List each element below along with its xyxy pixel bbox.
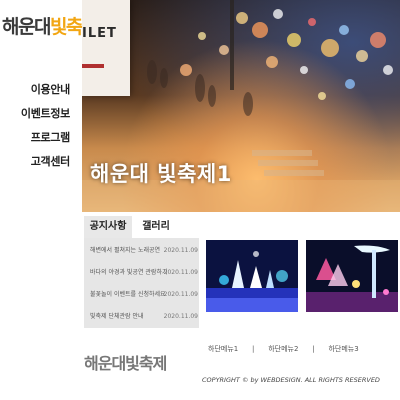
logo-text-main: 해운대: [2, 16, 51, 38]
main-nav: 이용안내 이벤트정보 프로그램 고객센터: [0, 78, 80, 174]
nav-item-support[interactable]: 고객센터: [0, 150, 80, 174]
notice-date: 2020.11.09: [163, 313, 198, 320]
hero-title: 해운대 빛축제1: [90, 162, 232, 186]
tab-gallery[interactable]: 갤러리: [136, 216, 176, 238]
hero-sign: ILET: [82, 0, 130, 96]
notice-list: 해변에서 펼쳐지는 노래공연 2020.11.09 바다의 야경과 빛공연 관람…: [84, 238, 199, 328]
list-item[interactable]: 빛축제 단체관람 안내 2020.11.09: [90, 306, 198, 328]
hero-sign-text: ILET: [82, 26, 117, 41]
notice-title: 불꽃놀이 이벤트를 신청하세요: [90, 291, 166, 298]
list-item[interactable]: 해변에서 펼쳐지는 노래공연 2020.11.09: [90, 240, 198, 262]
list-item[interactable]: 바다의 야경과 빛공연 관람하기 2020.11.09: [90, 262, 198, 284]
notice-title: 빛축제 단체관람 안내: [90, 313, 144, 320]
tab-notice[interactable]: 공지사항: [84, 216, 132, 238]
gallery-image-light-trees: [306, 240, 398, 312]
footer-separator: |: [312, 345, 315, 353]
gallery-image-light-tunnel: [206, 240, 298, 312]
hero-sign-bar: [82, 64, 104, 68]
notice-date: 2020.11.09: [163, 291, 198, 298]
footer-menu: 하단메뉴1 | 하단메뉴2 | 하단메뉴3: [208, 344, 359, 358]
copyright-text: COPYRIGHT © by WEBDESIGN. ALL RIGHTS RES…: [202, 376, 380, 384]
footer-link-2[interactable]: 하단메뉴2: [268, 345, 298, 353]
gallery-thumb-2[interactable]: [306, 240, 398, 312]
footer-link-1[interactable]: 하단메뉴1: [208, 345, 238, 353]
footer-separator: |: [252, 345, 255, 353]
footer-link-3[interactable]: 하단메뉴3: [328, 345, 358, 353]
list-item[interactable]: 불꽃놀이 이벤트를 신청하세요 2020.11.09: [90, 284, 198, 306]
notice-title: 바다의 야경과 빛공연 관람하기: [90, 269, 168, 276]
footer-logo[interactable]: 해운대빛축제: [84, 350, 167, 374]
gallery-thumb-1[interactable]: [206, 240, 298, 312]
notice-date: 2020.11.09: [163, 269, 198, 276]
nav-item-programs[interactable]: 프로그램: [0, 126, 80, 150]
nav-item-guide[interactable]: 이용안내: [0, 78, 80, 102]
nav-item-events[interactable]: 이벤트정보: [0, 102, 80, 126]
hero-banner: ILET 해운대 빛축제1: [82, 0, 400, 212]
notice-title: 해변에서 펼쳐지는 노래공연: [90, 247, 161, 254]
notice-date: 2020.11.09: [163, 247, 198, 254]
